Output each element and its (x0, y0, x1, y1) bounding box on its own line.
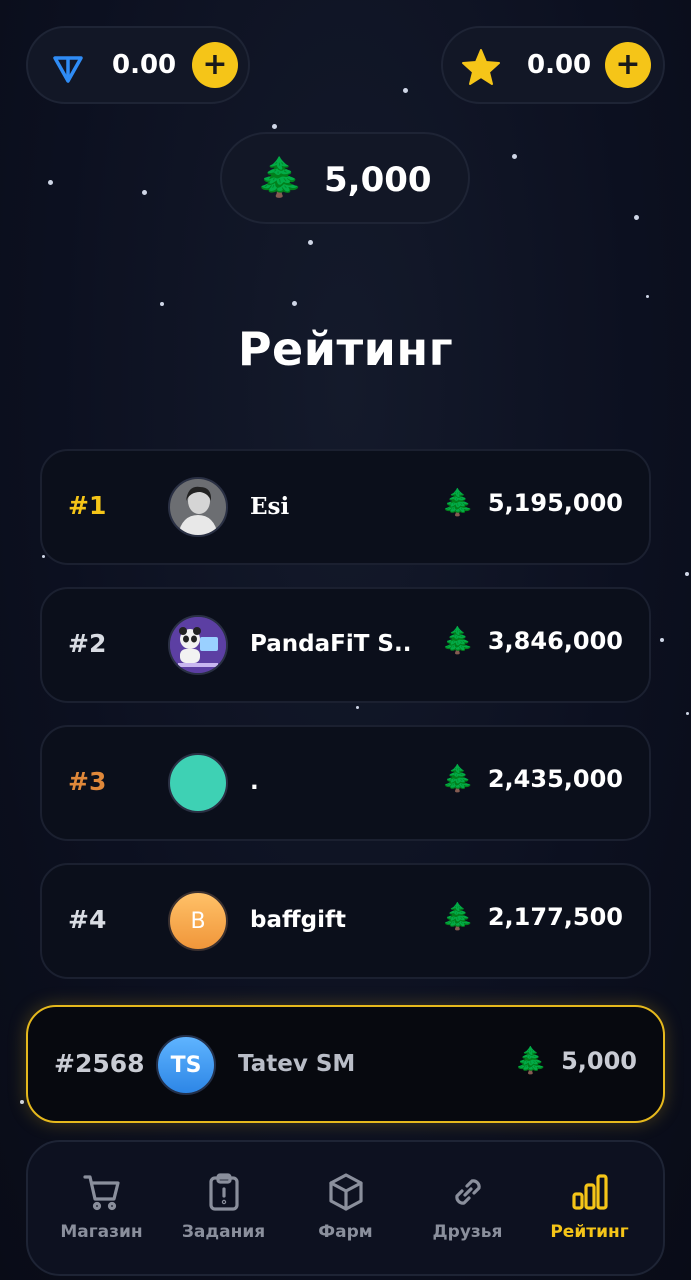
current-user-row[interactable]: #2568 TS Tatev SM 🌲 5,000 (26, 1005, 665, 1123)
rank-label: #4 (68, 905, 107, 934)
rank-label: #2 (68, 629, 107, 658)
score-value: 5,195,000 (487, 489, 623, 517)
nav-item-friends[interactable]: Друзья (404, 1142, 531, 1278)
add-ton-button[interactable]: + (192, 42, 238, 88)
user-score: 🌲 2,177,500 (441, 903, 623, 931)
user-name: PandaFiT S.. (250, 631, 412, 657)
ton-balance: 0.00 + (26, 26, 250, 104)
leaderboard-row[interactable]: #3 . 🌲 2,435,000 (40, 725, 651, 841)
tree-balance: 🌲 5,000 (220, 132, 470, 224)
tree-icon: 🌲 (441, 902, 474, 932)
clipboard-icon (208, 1173, 239, 1211)
avatar (168, 615, 228, 675)
current-user-rank: #2568 (54, 1049, 145, 1078)
ton-icon (50, 50, 86, 90)
leaderboard-row[interactable]: #1 Esi 🌲 5,195,000 (40, 449, 651, 565)
nav-label: Фарм (318, 1222, 373, 1242)
stars-balance: 0.00 + (441, 26, 665, 104)
ton-balance-value: 0.00 (112, 50, 177, 80)
score-value: 3,846,000 (487, 627, 623, 655)
tree-icon: 🌲 (256, 155, 304, 199)
leaderboard-row[interactable]: #4 B baffgift 🌲 2,177,500 (40, 863, 651, 979)
user-name: . (250, 769, 259, 795)
cart-icon (82, 1175, 120, 1211)
nav-label: Рейтинг (550, 1222, 629, 1242)
page-title: Рейтинг (237, 322, 454, 376)
nav-item-farm[interactable]: Фарм (282, 1142, 409, 1278)
star-icon (461, 48, 501, 90)
rank-label: #1 (68, 491, 107, 520)
tree-icon: 🌲 (441, 626, 474, 656)
leaderboard-row[interactable]: #2 PandaFiT S.. 🌲 3,846,000 (40, 587, 651, 703)
tree-icon: 🌲 (514, 1046, 548, 1076)
current-user-name: Tatev SM (238, 1051, 356, 1077)
user-name: Esi (250, 493, 290, 520)
user-score: 🌲 5,195,000 (441, 489, 623, 517)
add-stars-button[interactable]: + (605, 42, 651, 88)
nav-item-tasks[interactable]: Задания (160, 1142, 287, 1278)
nav-label: Магазин (60, 1222, 143, 1242)
nav-label: Друзья (432, 1222, 503, 1242)
user-score: 🌲 3,846,000 (441, 627, 623, 655)
avatar (168, 753, 228, 813)
current-user-score: 🌲 5,000 (515, 1047, 637, 1075)
user-score: 🌲 2,435,000 (441, 765, 623, 793)
nav-item-rating[interactable]: Рейтинг (526, 1142, 653, 1278)
user-name: baffgift (250, 907, 346, 933)
score-value: 2,177,500 (487, 903, 623, 931)
stars-balance-value: 0.00 (527, 50, 592, 80)
tree-icon: 🌲 (441, 488, 474, 518)
avatar (168, 477, 228, 537)
tree-balance-value: 5,000 (324, 160, 432, 200)
rank-label: #3 (68, 767, 107, 796)
avatar: TS (156, 1035, 216, 1095)
score-value: 2,435,000 (487, 765, 623, 793)
nav-item-shop[interactable]: Магазин (38, 1142, 165, 1278)
avatar: B (168, 891, 228, 951)
bar-chart-icon (571, 1174, 608, 1210)
bottom-nav: Магазин Задания Фарм Друзья Рейтинг (26, 1140, 665, 1276)
tree-icon: 🌲 (441, 764, 474, 794)
score-value: 5,000 (561, 1047, 637, 1075)
nav-label: Задания (181, 1222, 266, 1242)
cube-icon (328, 1173, 363, 1211)
link-icon (454, 1179, 481, 1205)
